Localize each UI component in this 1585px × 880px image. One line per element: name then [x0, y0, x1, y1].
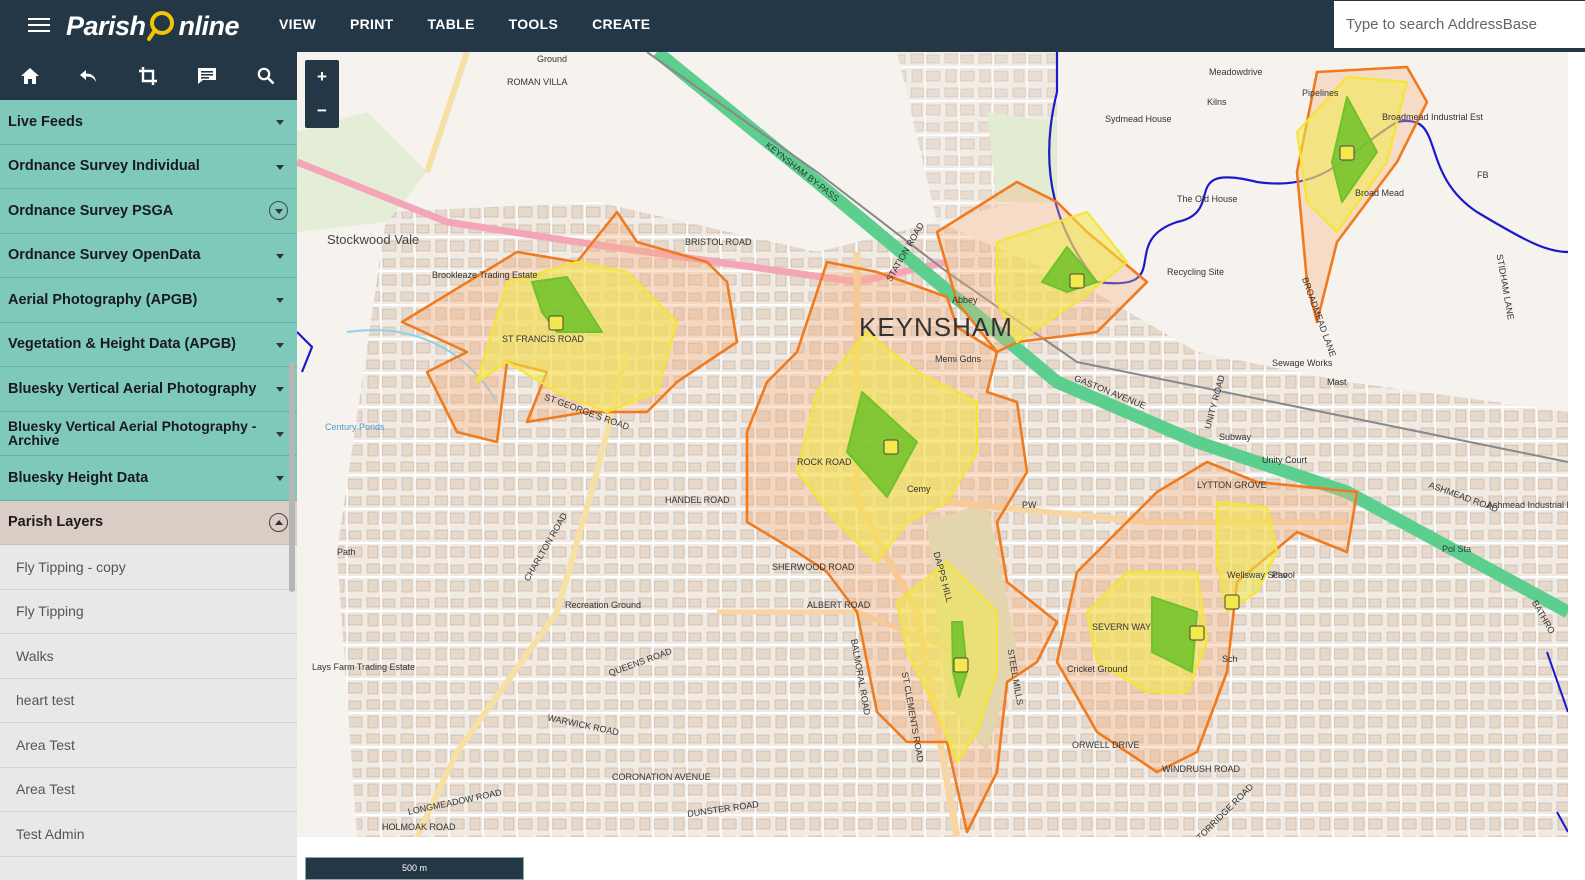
main-nav: VIEW PRINT TABLE TOOLS CREATE: [262, 0, 667, 52]
logo-magnifier-icon: [146, 11, 177, 41]
place-label: Unity Court: [1262, 455, 1308, 465]
road-label: HANDEL ROAD: [665, 495, 730, 505]
category-bluesky-vertical[interactable]: Bluesky Vertical Aerial Photography: [0, 367, 297, 412]
nav-view[interactable]: VIEW: [262, 0, 333, 52]
zoom-out-button[interactable]: −: [305, 94, 339, 128]
sidebar-scrollbar[interactable]: [289, 362, 295, 592]
layer-item[interactable]: Fly Tipping: [0, 589, 297, 634]
road-label: ORWELL DRIVE: [1072, 740, 1140, 750]
map-canvas[interactable]: KEYNSHAM Stockwood Vale ROMAN VILLA BRIS…: [297, 52, 1568, 837]
category-os-individual[interactable]: Ordnance Survey Individual: [0, 144, 297, 189]
category-parish-layers[interactable]: Parish Layers: [0, 500, 297, 545]
nav-create[interactable]: CREATE: [575, 0, 667, 52]
place-label: Cricket Ground: [1067, 664, 1128, 674]
place-label: Memi Gdns: [935, 354, 982, 364]
crop-icon[interactable]: [118, 52, 177, 100]
place-label: Pav: [1272, 570, 1288, 580]
road-label: HOLMOAK ROAD: [382, 822, 456, 832]
home-icon[interactable]: [0, 52, 59, 100]
app-logo[interactable]: Parish nline: [66, 5, 240, 47]
town-label: KEYNSHAM: [859, 312, 1013, 342]
place-label: ROMAN VILLA: [507, 77, 568, 87]
menu-icon[interactable]: [28, 15, 50, 35]
layer-item[interactable]: heart test: [0, 678, 297, 723]
road-label: WINDRUSH ROAD: [1162, 764, 1240, 774]
top-bar: Parish nline VIEW PRINT TABLE TOOLS CREA…: [0, 0, 1585, 52]
place-label: Path: [337, 547, 356, 557]
place-label: Mast: [1327, 377, 1347, 387]
addressbase-search-input[interactable]: [1334, 1, 1585, 48]
caret-down-icon: [276, 476, 284, 481]
place-label: Meadowdrive: [1209, 67, 1263, 77]
place-label: Ground: [537, 54, 568, 64]
place-label: Brookleaze Trading Estate: [432, 270, 538, 280]
sidebar-toolbar: [0, 52, 297, 100]
search-icon[interactable]: [236, 52, 295, 100]
place-label: Abbey: [952, 295, 978, 305]
road-label: ALBERT ROAD: [807, 600, 871, 610]
place-label: Kilns: [1207, 97, 1227, 107]
place-label: Recycling Site: [1167, 267, 1225, 277]
place-label: Subway: [1219, 432, 1252, 442]
layer-item[interactable]: Fly Tipping - copy: [0, 545, 297, 590]
road-label: ST FRANCIS ROAD: [502, 334, 584, 344]
nav-print[interactable]: PRINT: [333, 0, 411, 52]
nav-table[interactable]: TABLE: [410, 0, 491, 52]
category-os-psga[interactable]: Ordnance Survey PSGA: [0, 189, 297, 234]
place-label: Sewage Works: [1272, 358, 1333, 368]
place-label: Stockwood Vale: [327, 232, 420, 247]
undo-icon[interactable]: [59, 52, 118, 100]
layer-item[interactable]: Area Test: [0, 767, 297, 812]
road-label: LYTTON GROVE: [1197, 480, 1267, 490]
place-label: The Old House: [1177, 194, 1238, 204]
scale-bar: 500 m: [305, 857, 524, 880]
category-bluesky-height[interactable]: Bluesky Height Data: [0, 456, 297, 501]
place-label: PW: [1022, 500, 1037, 510]
place-label: Sydmead House: [1105, 114, 1172, 124]
road-label: BRISTOL ROAD: [685, 237, 752, 247]
place-label: Lays Farm Trading Estate: [312, 662, 416, 672]
category-os-opendata[interactable]: Ordnance Survey OpenData: [0, 233, 297, 278]
caret-down-icon: [276, 164, 284, 170]
caret-down-icon: [276, 253, 284, 259]
road-label: ROCK ROAD: [797, 457, 852, 467]
category-bluesky-archive[interactable]: Bluesky Vertical Aerial Photography - Ar…: [0, 411, 297, 456]
caret-down-icon: [276, 298, 284, 303]
map-base: [297, 52, 1568, 837]
place-label: Broad Mead: [1355, 188, 1405, 198]
circle-chevron-up-icon[interactable]: [269, 512, 288, 532]
road-label: SHERWOOD ROAD: [772, 562, 855, 572]
place-label: Broadmead Industrial Est: [1382, 112, 1484, 122]
road-label: SEVERN WAY: [1092, 622, 1152, 632]
zoom-in-button[interactable]: +: [305, 60, 339, 94]
comment-icon[interactable]: [177, 52, 236, 100]
sidebar: Live Feeds Ordnance Survey Individual Or…: [0, 52, 297, 880]
layer-panel: Live Feeds Ordnance Survey Individual Or…: [0, 100, 297, 880]
category-vegetation-height[interactable]: Vegetation & Height Data (APGB): [0, 322, 297, 367]
category-live-feeds[interactable]: Live Feeds: [0, 100, 297, 145]
place-label: Cemy: [907, 484, 931, 494]
caret-down-icon: [276, 342, 284, 348]
nav-tools[interactable]: TOOLS: [492, 0, 575, 52]
caret-down-icon: [276, 120, 284, 125]
place-label: Pipelines: [1302, 88, 1339, 98]
place-label: FB: [1477, 170, 1489, 180]
map-right-edge: [1568, 52, 1585, 837]
layer-item[interactable]: Area Test: [0, 723, 297, 768]
road-label: CORONATION AVENUE: [612, 772, 711, 782]
place-label: Recreation Ground: [565, 600, 642, 610]
place-label: Ashmead Industrial Estate: [1487, 500, 1568, 510]
place-label: Sch: [1222, 654, 1238, 664]
layer-item[interactable]: Test Admin: [0, 812, 297, 857]
layer-item[interactable]: Walks: [0, 634, 297, 679]
category-aerial-photography[interactable]: Aerial Photography (APGB): [0, 278, 297, 323]
place-label: Century Ponds: [325, 422, 385, 432]
caret-down-icon: [276, 431, 284, 437]
zoom-control: + −: [305, 60, 339, 128]
place-label: Pol Sta: [1442, 544, 1472, 554]
circle-chevron-down-icon[interactable]: [269, 201, 288, 220]
caret-down-icon: [276, 387, 284, 392]
